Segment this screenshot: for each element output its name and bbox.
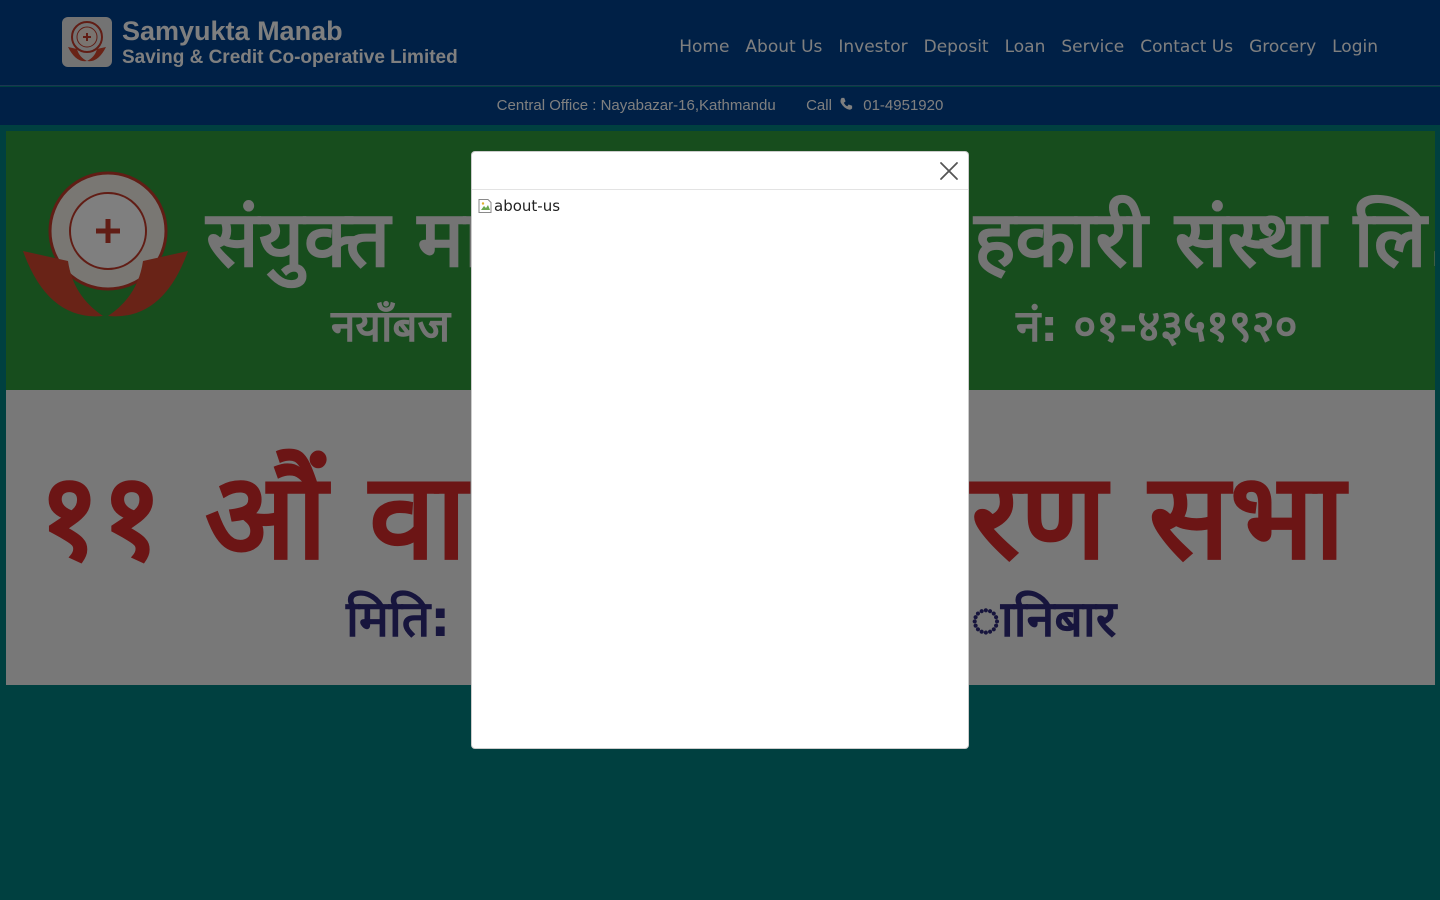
modal-body: about-us (477, 196, 560, 216)
modal-header (472, 152, 968, 190)
image-alt-text: about-us (494, 197, 561, 215)
about-us-image: about-us (477, 196, 560, 216)
broken-image-icon (478, 199, 492, 213)
about-us-modal: about-us (471, 151, 969, 749)
close-icon[interactable] (939, 161, 959, 181)
